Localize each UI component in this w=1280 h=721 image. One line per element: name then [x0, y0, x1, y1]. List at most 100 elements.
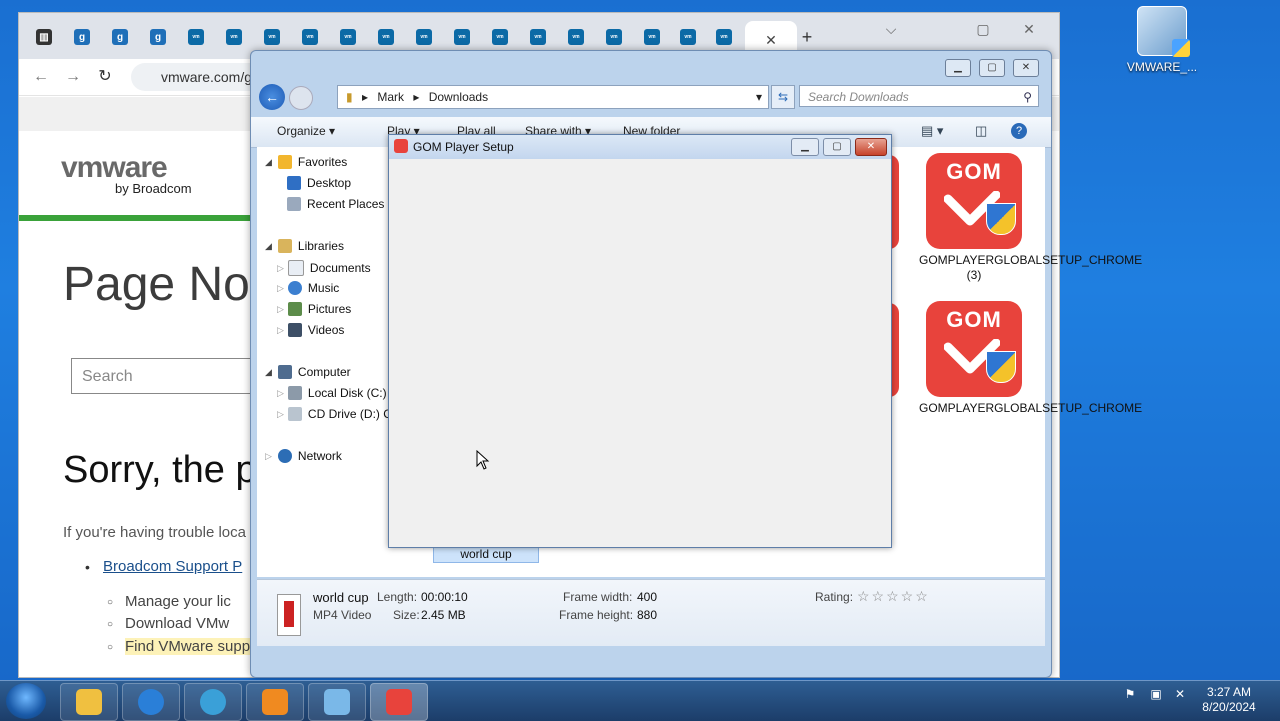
- system-clock[interactable]: 3:27 AM 8/20/2024: [1196, 685, 1262, 715]
- nav-videos[interactable]: ▷ Videos: [277, 323, 344, 337]
- dialog-titlebar[interactable]: GOM Player Setup ▁ ▢ ✕: [389, 135, 891, 159]
- nav-pictures[interactable]: ▷ Pictures: [277, 302, 351, 316]
- forward-button[interactable]: →: [61, 65, 85, 89]
- breadcrumb-downloads[interactable]: Downloads: [429, 90, 488, 104]
- nav-network[interactable]: ▷ Network: [265, 449, 342, 463]
- taskbar-media[interactable]: [246, 683, 304, 721]
- search-placeholder: Search Downloads: [808, 90, 909, 104]
- maximize-button[interactable]: ▢: [823, 138, 851, 156]
- nav-label: Libraries: [297, 239, 344, 253]
- nav-documents[interactable]: ▷ Documents: [277, 260, 371, 276]
- support-link[interactable]: Broadcom Support P: [103, 558, 242, 575]
- sub-item-download[interactable]: Download VMw: [107, 615, 229, 632]
- chevron-right-icon: ▸: [361, 90, 368, 104]
- tab[interactable]: vm: [259, 25, 285, 49]
- tab[interactable]: vm: [639, 25, 665, 49]
- tab[interactable]: vm: [563, 25, 589, 49]
- start-button[interactable]: [6, 683, 46, 719]
- file-item[interactable]: GOM GOMPLAYERGLOBALSETUP_CHROME (3): [919, 153, 1142, 283]
- library-icon: [277, 239, 292, 253]
- help-icon[interactable]: ?: [1011, 123, 1027, 139]
- tab[interactable]: vm: [221, 25, 247, 49]
- volume-muted-icon[interactable]: ✕: [1172, 687, 1188, 703]
- close-button[interactable]: ✕: [855, 138, 887, 156]
- nav-local-disk[interactable]: ▷ Local Disk (C:): [277, 386, 387, 400]
- gom-installer-icon: GOM: [926, 153, 1022, 249]
- nav-computer[interactable]: ◢ Computer: [265, 365, 351, 379]
- tab[interactable]: vm: [675, 25, 701, 49]
- vmware-icon: vm: [340, 29, 356, 45]
- action-center-flag-icon[interactable]: ⚑: [1122, 687, 1138, 703]
- back-button[interactable]: ←: [259, 84, 285, 110]
- taskbar-explorer[interactable]: [60, 683, 118, 721]
- rating-stars[interactable]: ☆☆☆☆☆: [857, 588, 930, 605]
- tab[interactable]: vm: [487, 25, 513, 49]
- nav-music[interactable]: ▷ Music: [277, 281, 339, 295]
- expand-icon: ▷: [277, 324, 284, 335]
- collapse-icon: ◢: [265, 366, 272, 377]
- search-icon: ⚲: [1023, 90, 1032, 104]
- preview-pane-icon[interactable]: ◫: [975, 123, 987, 139]
- maximize-button[interactable]: ▢: [963, 17, 1003, 41]
- tab[interactable]: vm: [711, 25, 737, 49]
- close-button[interactable]: ✕: [1009, 17, 1049, 41]
- minimize-button[interactable]: ▁: [945, 59, 971, 77]
- tab[interactable]: vm: [335, 25, 361, 49]
- nav-desktop[interactable]: Desktop: [287, 176, 351, 190]
- tab[interactable]: vm: [525, 25, 551, 49]
- desktop-icon-vmware[interactable]: VMWARE_...: [1126, 6, 1198, 74]
- organize-button[interactable]: Organize ▾: [277, 124, 335, 138]
- nav-cd-drive[interactable]: ▷ CD Drive (D:) C: [277, 407, 392, 421]
- file-item[interactable]: GOM GOMPLAYERGLOBALSETUP_CHROME: [919, 301, 1142, 416]
- new-tab-button[interactable]: +: [795, 25, 819, 49]
- tab[interactable]: vm: [297, 25, 323, 49]
- nav-recent-places[interactable]: Recent Places: [287, 197, 384, 211]
- taskbar-chrome[interactable]: [184, 683, 242, 721]
- collapse-icon: ◢: [265, 156, 272, 167]
- sub-item-manage[interactable]: Manage your lic: [107, 593, 231, 610]
- back-button[interactable]: ←: [29, 65, 53, 89]
- tab[interactable]: vm: [373, 25, 399, 49]
- taskbar: ⚑ ▣ ✕ 3:27 AM 8/20/2024: [0, 680, 1280, 721]
- reload-button[interactable]: ↻: [93, 65, 117, 89]
- network-icon: [277, 449, 292, 463]
- search-input[interactable]: Search Downloads ⚲: [799, 85, 1039, 107]
- network-tray-icon[interactable]: ▣: [1148, 687, 1164, 703]
- close-button[interactable]: ✕: [1013, 59, 1039, 77]
- tab[interactable]: vm: [601, 25, 627, 49]
- forward-button[interactable]: [289, 86, 313, 110]
- nav-libraries[interactable]: ◢ Libraries: [265, 239, 344, 253]
- maximize-button[interactable]: ▢: [979, 59, 1005, 77]
- nav-favorites[interactable]: ◢ Favorites: [265, 155, 347, 169]
- tab[interactable]: g: [107, 25, 133, 49]
- vmware-icon: vm: [530, 29, 546, 45]
- videos-icon: [287, 323, 302, 337]
- breadcrumb-mark[interactable]: Mark: [377, 90, 404, 104]
- tab[interactable]: g: [145, 25, 171, 49]
- mouse-cursor-icon: [476, 450, 490, 470]
- frame-width-value: 400: [637, 590, 658, 604]
- taskbar-ie[interactable]: [122, 683, 180, 721]
- nav-label: Documents: [309, 261, 371, 275]
- vmware-icon: vm: [606, 29, 622, 45]
- vmware-icon: vm: [226, 29, 242, 45]
- tab[interactable]: ▥: [31, 25, 57, 49]
- taskbar-app[interactable]: [308, 683, 366, 721]
- tab[interactable]: vm: [449, 25, 475, 49]
- error-heading: Sorry, the p: [63, 449, 257, 491]
- tab-search-button[interactable]: ⌵: [871, 17, 911, 41]
- chevron-down-icon[interactable]: ▾: [756, 86, 762, 108]
- gom-logo-text: GOM: [946, 307, 1002, 332]
- refresh-button[interactable]: ⇆: [771, 85, 795, 109]
- vmware-logo[interactable]: vmware by Broadcom: [61, 151, 192, 196]
- address-bar[interactable]: ▮ ▸ Mark ▸ Downloads ▾: [337, 85, 769, 109]
- view-options-icon[interactable]: ▤ ▾: [921, 123, 943, 139]
- tab[interactable]: g: [69, 25, 95, 49]
- search-input[interactable]: Search: [71, 358, 261, 394]
- taskbar-installer[interactable]: [370, 683, 428, 721]
- minimize-button[interactable]: ▁: [791, 138, 819, 156]
- tab[interactable]: vm: [183, 25, 209, 49]
- collapse-icon: ◢: [265, 240, 272, 251]
- tab[interactable]: vm: [411, 25, 437, 49]
- nav-label: Recent Places: [307, 197, 385, 211]
